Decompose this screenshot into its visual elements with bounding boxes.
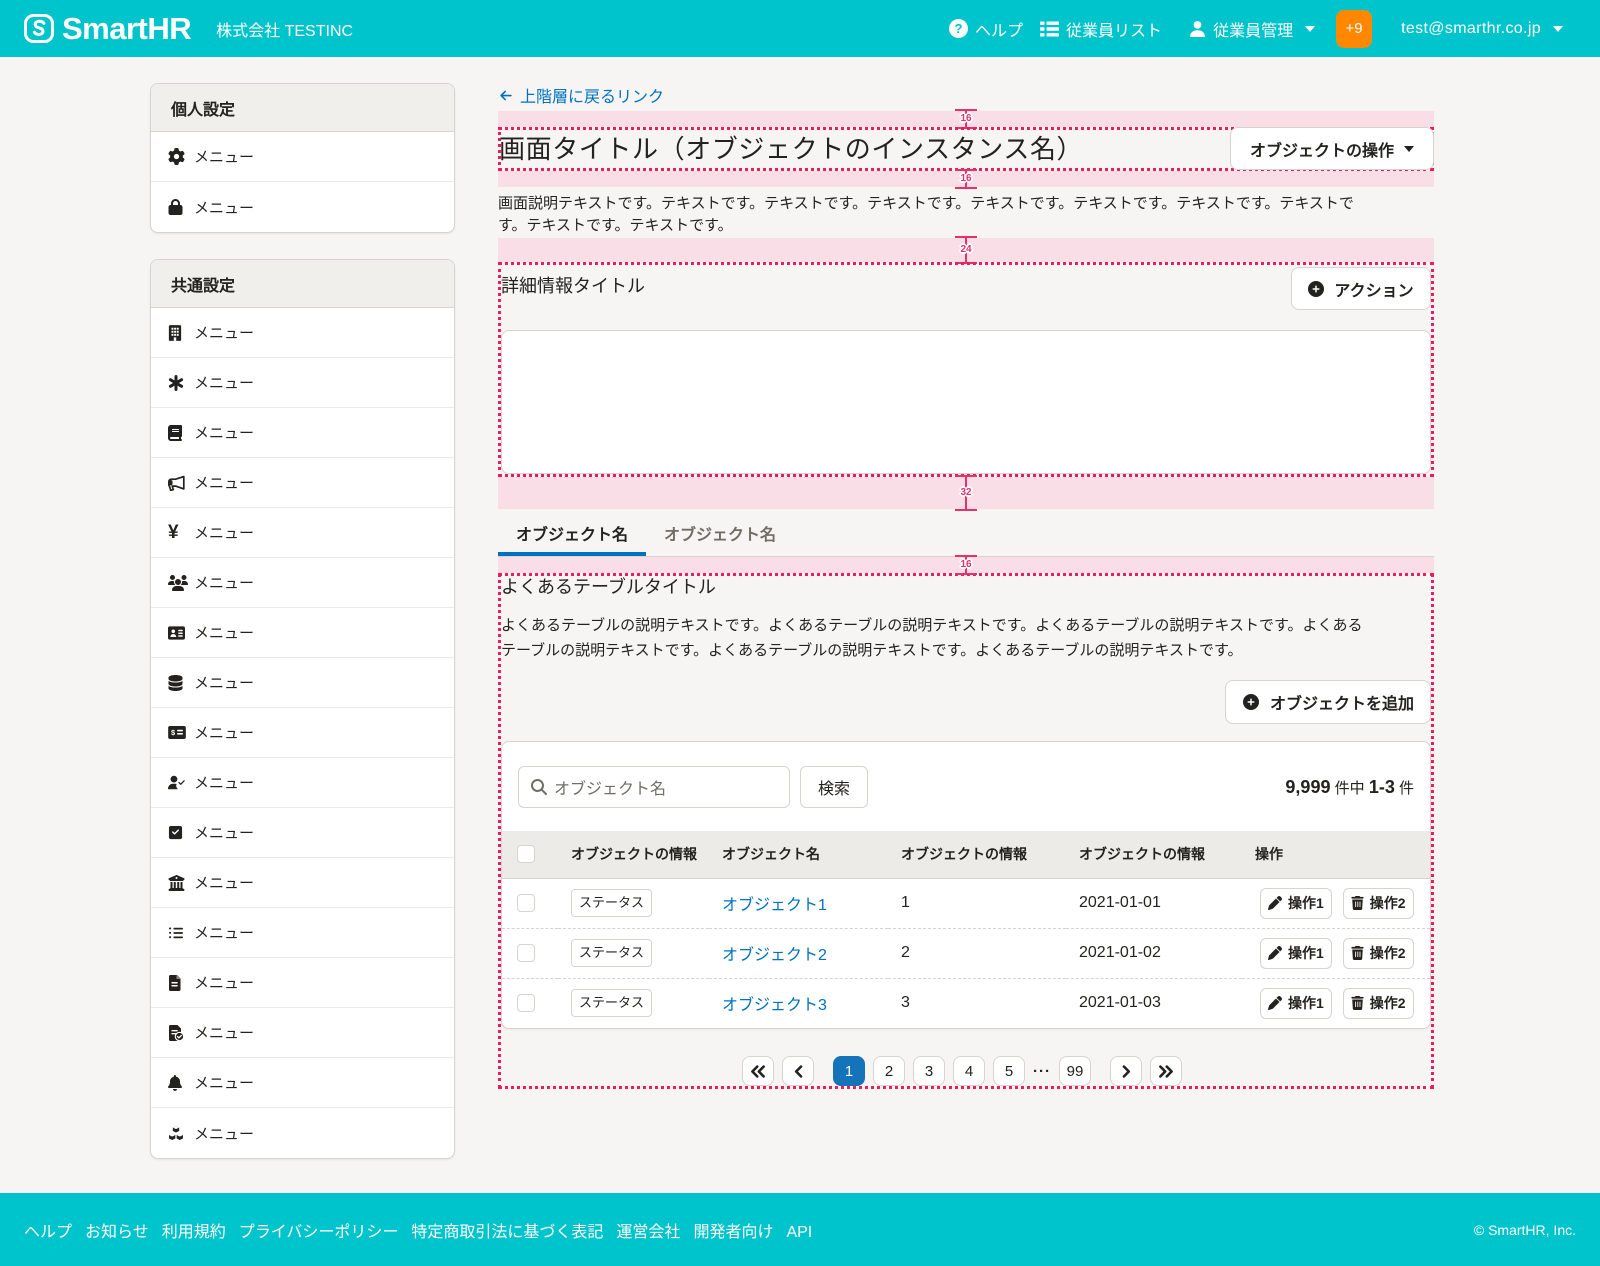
svg-text:?: ? (955, 21, 963, 36)
